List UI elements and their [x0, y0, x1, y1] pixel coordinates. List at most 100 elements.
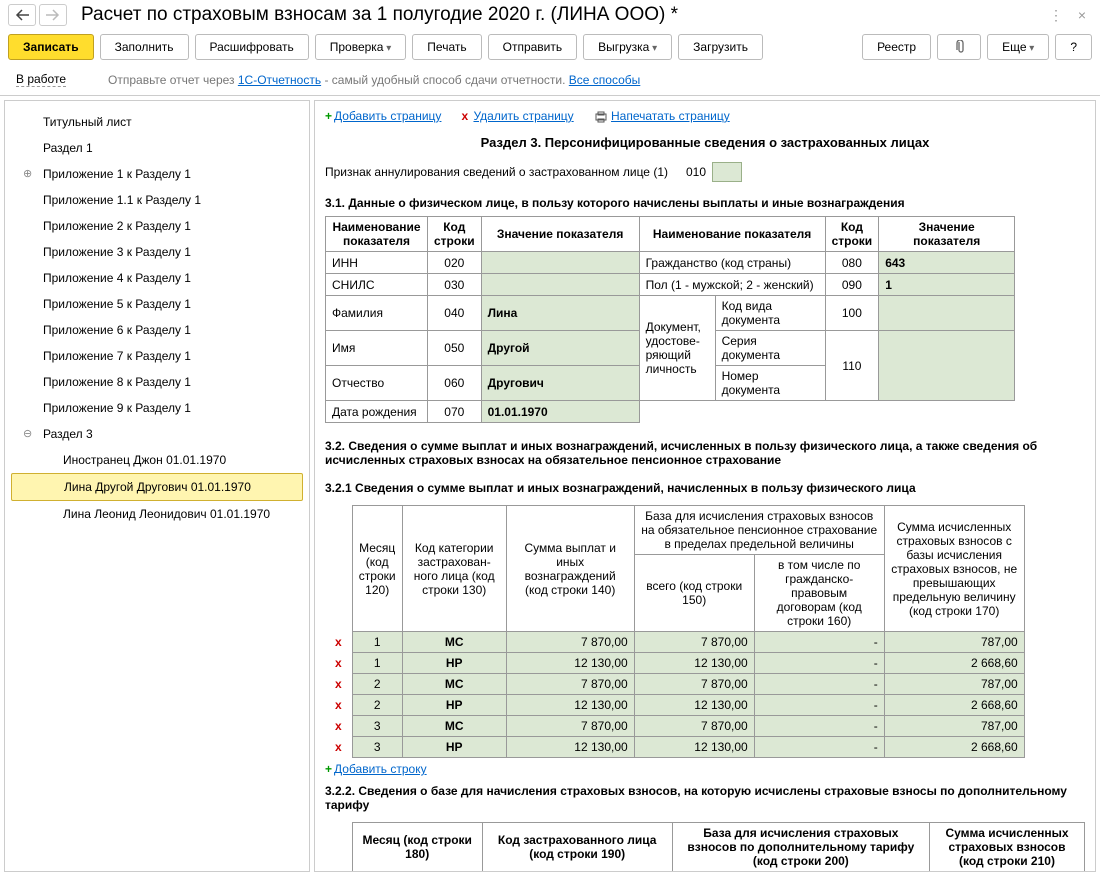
cell-total[interactable]: 12 130,00: [634, 695, 754, 716]
cell-sum[interactable]: 7 870,00: [506, 674, 634, 695]
export-button[interactable]: Выгрузка: [583, 34, 672, 60]
menu-icon[interactable]: ⋮: [1046, 5, 1066, 25]
cell-result[interactable]: 787,00: [884, 716, 1024, 737]
cell-gpd[interactable]: -: [754, 695, 884, 716]
cell-gpd[interactable]: -: [754, 632, 884, 653]
tree-item[interactable]: Иностранец Джон 01.01.1970: [5, 447, 309, 473]
inn-field[interactable]: [481, 252, 639, 274]
expand-icon[interactable]: ⊕: [23, 166, 32, 182]
print-button[interactable]: Печать: [412, 34, 481, 60]
registry-button[interactable]: Реестр: [862, 34, 931, 60]
annul-checkbox[interactable]: [712, 162, 742, 182]
snils-field[interactable]: [481, 274, 639, 296]
cell-total[interactable]: 7 870,00: [634, 716, 754, 737]
tree-item[interactable]: ⊕Приложение 1 к Разделу 1: [5, 161, 309, 187]
help-button[interactable]: ?: [1055, 34, 1092, 60]
cell-gpd[interactable]: -: [754, 653, 884, 674]
nav-forward-button[interactable]: [39, 4, 67, 26]
tree-item[interactable]: Приложение 6 к Разделу 1: [5, 317, 309, 343]
close-icon[interactable]: ×: [1072, 5, 1092, 25]
cell-gpd[interactable]: -: [754, 716, 884, 737]
cell-result[interactable]: 2 668,60: [884, 653, 1024, 674]
cell-month[interactable]: 2: [352, 674, 402, 695]
decode-button[interactable]: Расшифровать: [195, 34, 309, 60]
delete-row-icon[interactable]: x: [331, 698, 346, 712]
link-all-ways[interactable]: Все способы: [569, 73, 641, 87]
section-tree[interactable]: Титульный листРаздел 1⊕Приложение 1 к Ра…: [4, 100, 310, 872]
cell-gpd[interactable]: -: [754, 737, 884, 758]
cell-category[interactable]: МС: [402, 674, 506, 695]
sex-field[interactable]: 1: [879, 274, 1015, 296]
cell-result[interactable]: 787,00: [884, 674, 1024, 695]
name-field[interactable]: Другой: [481, 331, 639, 366]
add-row-321[interactable]: Добавить строку: [334, 762, 427, 776]
check-button[interactable]: Проверка: [315, 34, 407, 60]
expand-icon[interactable]: ⊖: [23, 426, 32, 442]
write-button[interactable]: Записать: [8, 34, 94, 60]
attach-button[interactable]: [937, 34, 981, 60]
tree-item[interactable]: Приложение 4 к Разделу 1: [5, 265, 309, 291]
delete-row-icon[interactable]: x: [331, 656, 346, 670]
cell-category[interactable]: МС: [402, 716, 506, 737]
add-page-link[interactable]: +Добавить страницу: [325, 109, 441, 123]
tree-item[interactable]: Титульный лист: [5, 109, 309, 135]
cell-month[interactable]: 1: [352, 653, 402, 674]
cell-month[interactable]: 3: [352, 737, 402, 758]
fill-button[interactable]: Заполнить: [100, 34, 189, 60]
doc-num-field[interactable]: [879, 331, 1015, 401]
tree-item[interactable]: ⊖Раздел 3: [5, 421, 309, 447]
cell-sum[interactable]: 7 870,00: [506, 632, 634, 653]
delete-row-icon[interactable]: x: [331, 635, 346, 649]
cell-322-sum[interactable]: [930, 872, 1085, 873]
cell-month[interactable]: 3: [352, 716, 402, 737]
cell-month[interactable]: 1: [352, 632, 402, 653]
cell-total[interactable]: 7 870,00: [634, 632, 754, 653]
cell-result[interactable]: 2 668,60: [884, 737, 1024, 758]
tree-item[interactable]: Лина Леонид Леонидович 01.01.1970: [5, 501, 309, 527]
cell-result[interactable]: 2 668,60: [884, 695, 1024, 716]
cell-result[interactable]: 787,00: [884, 632, 1024, 653]
cell-category[interactable]: НР: [402, 653, 506, 674]
tree-item[interactable]: Раздел 1: [5, 135, 309, 161]
cell-category[interactable]: НР: [402, 695, 506, 716]
cell-322-month[interactable]: [352, 872, 482, 873]
tree-item[interactable]: Приложение 1.1 к Разделу 1: [5, 187, 309, 213]
tree-item[interactable]: Приложение 7 к Разделу 1: [5, 343, 309, 369]
import-button[interactable]: Загрузить: [678, 34, 763, 60]
nav-back-button[interactable]: [8, 4, 36, 26]
cell-category[interactable]: МС: [402, 632, 506, 653]
cell-322-base[interactable]: [672, 872, 929, 873]
more-button[interactable]: Еще: [987, 34, 1049, 60]
delete-row-icon[interactable]: x: [331, 719, 346, 733]
tree-item[interactable]: Приложение 3 к Разделу 1: [5, 239, 309, 265]
delete-row-icon[interactable]: x: [331, 740, 346, 754]
cell-sum[interactable]: 12 130,00: [506, 695, 634, 716]
tree-item[interactable]: Приложение 5 к Разделу 1: [5, 291, 309, 317]
send-button[interactable]: Отправить: [488, 34, 578, 60]
cell-sum[interactable]: 12 130,00: [506, 737, 634, 758]
doc-kind-field[interactable]: [879, 296, 1015, 331]
tree-item[interactable]: Приложение 2 к Разделу 1: [5, 213, 309, 239]
cell-total[interactable]: 12 130,00: [634, 653, 754, 674]
patronymic-field[interactable]: Другович: [481, 366, 639, 401]
cell-total[interactable]: 7 870,00: [634, 674, 754, 695]
cell-sum[interactable]: 7 870,00: [506, 716, 634, 737]
cell-month[interactable]: 2: [352, 695, 402, 716]
status-label[interactable]: В работе: [16, 72, 66, 87]
citizen-field[interactable]: 643: [879, 252, 1015, 274]
cell-gpd[interactable]: -: [754, 674, 884, 695]
link-1c-report[interactable]: 1С-Отчетность: [238, 73, 321, 87]
surname-field[interactable]: Лина: [481, 296, 639, 331]
cell-sum[interactable]: 12 130,00: [506, 653, 634, 674]
delete-page-link[interactable]: x Удалить страницу: [461, 109, 573, 123]
cell-category[interactable]: НР: [402, 737, 506, 758]
tree-item[interactable]: Приложение 8 к Разделу 1: [5, 369, 309, 395]
tree-item[interactable]: Приложение 9 к Разделу 1: [5, 395, 309, 421]
s31-title: 3.1. Данные о физическом лице, в пользу …: [325, 188, 1085, 216]
tree-item[interactable]: Лина Другой Другович 01.01.1970: [11, 473, 303, 501]
print-page-link[interactable]: Напечатать страницу: [594, 109, 730, 123]
cell-322-cat[interactable]: [482, 872, 672, 873]
dob-field[interactable]: 01.01.1970: [481, 401, 639, 423]
cell-total[interactable]: 12 130,00: [634, 737, 754, 758]
delete-row-icon[interactable]: x: [331, 677, 346, 691]
